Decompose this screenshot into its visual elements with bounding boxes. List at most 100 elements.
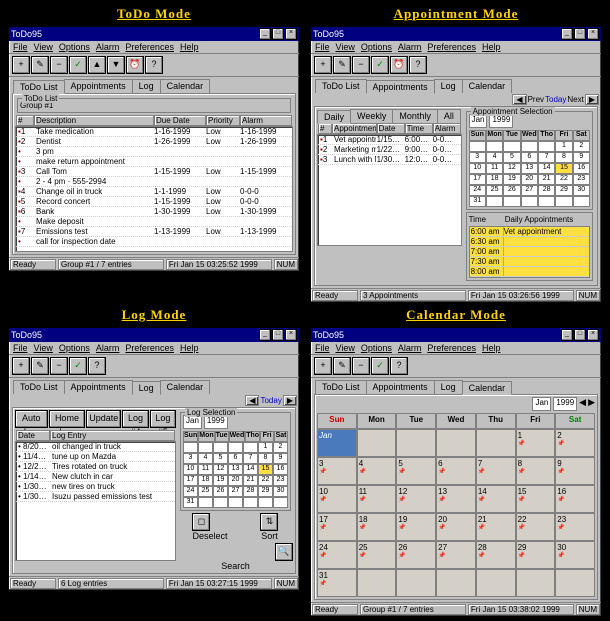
btn-log4[interactable]: Log #4 [122, 410, 148, 428]
tab-todo[interactable]: ToDo List [13, 80, 65, 94]
btn-log5[interactable]: Log #5 [150, 410, 176, 428]
tool-delete[interactable]: − [50, 56, 68, 74]
search-button[interactable]: 🔍 [275, 543, 293, 561]
todo-list[interactable]: ▪1Take medication1-16-1999Low1-16-1999▪2… [15, 126, 293, 252]
list-item[interactable]: ▪1Vet appointment1/15…6:00…0-0… [318, 135, 461, 145]
calendar-day[interactable]: Jan [317, 429, 357, 457]
list-item[interactable]: • Make deposit [16, 217, 292, 227]
calendar-day[interactable] [396, 429, 436, 457]
calendar-day[interactable] [357, 569, 397, 597]
log-list[interactable]: • 8/20…oil changed in truck• 11/4…tune u… [15, 441, 176, 561]
calendar-day[interactable]: 21📌 [476, 513, 516, 541]
calendar-day[interactable]: 30📌 [555, 541, 595, 569]
list-item[interactable]: ▪3Lunch with Mark1/30…12:0…0-0… [318, 155, 461, 165]
maximize-button[interactable]: □ [574, 28, 586, 40]
col-num[interactable]: # [16, 115, 34, 126]
calendar-day[interactable]: 26📌 [396, 541, 436, 569]
menu-alarm[interactable]: Alarm [96, 42, 120, 52]
btn-autolog[interactable]: Auto Log [15, 410, 48, 428]
list-item[interactable]: • call for inspection date [16, 237, 292, 247]
list-item[interactable]: • 2 - 4 pm · 555-2994 [16, 177, 292, 187]
year-select[interactable]: 1999 [489, 114, 513, 128]
menu-options[interactable]: Options [59, 42, 90, 52]
calendar-day[interactable]: 15📌 [516, 485, 556, 513]
calendar-day[interactable] [436, 569, 476, 597]
calendar-day[interactable] [476, 429, 516, 457]
subtab-all[interactable]: All [437, 109, 461, 123]
month-select[interactable]: Jan [469, 114, 488, 128]
list-item[interactable]: ▪3Call Tom1-15-1999Low1-15-1999 [16, 167, 292, 177]
calendar-day[interactable] [436, 429, 476, 457]
list-item[interactable]: • make return appointment [16, 157, 292, 167]
list-item[interactable]: ▪2Dentist1-26-1999Low1-26-1999 [16, 137, 292, 147]
search-input[interactable] [178, 546, 273, 558]
minimize-button[interactable]: _ [259, 28, 271, 40]
col-due[interactable]: Due Date [154, 115, 206, 126]
calendar-day[interactable]: 12📌 [396, 485, 436, 513]
appointment-list[interactable]: ▪1Vet appointment1/15…6:00…0-0…▪2Marketi… [317, 134, 462, 246]
calendar-day[interactable]: 18📌 [357, 513, 397, 541]
tool-help[interactable]: ? [145, 56, 163, 74]
col-desc[interactable]: Description [34, 115, 154, 126]
calendar-day[interactable]: 14📌 [476, 485, 516, 513]
col-alarm[interactable]: Alarm [240, 115, 292, 126]
list-item[interactable]: • 11/4…tune up on Mazda [16, 452, 175, 462]
calendar-day[interactable]: 5📌 [396, 457, 436, 485]
calendar-day[interactable]: 29📌 [516, 541, 556, 569]
list-item[interactable]: ▪5Record concert1-15-1999Low0-0-0 [16, 197, 292, 207]
calendar-day[interactable]: 9📌 [555, 457, 595, 485]
list-item[interactable]: ▪7Emissions test1-13-1999Low1-13-1999 [16, 227, 292, 237]
calendar-day[interactable]: 11📌 [357, 485, 397, 513]
close-button[interactable]: × [587, 28, 599, 40]
time-slots[interactable]: 6:00 amVet appointment6:30 am7:00 am7:30… [469, 226, 590, 278]
list-item[interactable]: • 8/20…oil changed in truck [16, 442, 175, 452]
calendar-day[interactable]: 13📌 [436, 485, 476, 513]
calendar-day[interactable]: 10📌 [317, 485, 357, 513]
menu-file[interactable]: File [13, 42, 28, 52]
month-select[interactable]: Jan [183, 415, 202, 429]
calendar-day[interactable]: 20📌 [436, 513, 476, 541]
calendar-day[interactable]: 27📌 [436, 541, 476, 569]
close-button[interactable]: × [285, 28, 297, 40]
calendar-day[interactable] [555, 569, 595, 597]
deselect-button[interactable]: ◻ [192, 513, 210, 531]
list-item[interactable]: ▪1Take medication1-16-1999Low1-16-1999 [16, 127, 292, 137]
calendar-day[interactable]: 22📌 [516, 513, 556, 541]
year-select[interactable]: 1999 [204, 415, 228, 429]
btn-update[interactable]: Update [86, 410, 121, 428]
subtab-daily[interactable]: Daily [317, 110, 351, 124]
calendar-day[interactable] [357, 429, 397, 457]
tab-calendar[interactable]: Calendar [160, 79, 211, 93]
btn-homelog[interactable]: Home Log [49, 410, 86, 428]
calendar-day[interactable] [396, 569, 436, 597]
list-item[interactable]: • 1/14…New clutch in car [16, 472, 175, 482]
calendar-day[interactable]: 31📌 [317, 569, 357, 597]
menu-view[interactable]: View [34, 42, 53, 52]
calendar-day[interactable]: 17📌 [317, 513, 357, 541]
calendar-day[interactable]: 8📌 [516, 457, 556, 485]
calendar-grid[interactable]: Jan1📌2📌3📌4📌5📌6📌7📌8📌9📌10📌11📌12📌13📌14📌15📌1… [317, 429, 595, 597]
list-item[interactable]: ▪4Change oil in truck1-1-1999Low0-0-0 [16, 187, 292, 197]
calendar-day[interactable]: 24📌 [317, 541, 357, 569]
nav-next[interactable]: ▶ [585, 94, 599, 105]
tool-edit[interactable]: ✎ [31, 56, 49, 74]
tool-alarm[interactable]: ⏰ [126, 56, 144, 74]
col-priority[interactable]: Priority [206, 115, 240, 126]
list-item[interactable]: ▪2Marketing meetin…1/22…9:00…0-0… [318, 145, 461, 155]
year-select[interactable]: 1999 [553, 397, 577, 411]
calendar-day[interactable]: 2📌 [555, 429, 595, 457]
menu-help[interactable]: Help [180, 42, 199, 52]
calendar-day[interactable]: 4📌 [357, 457, 397, 485]
calendar-day[interactable]: 1📌 [516, 429, 556, 457]
calendar-day[interactable]: 23📌 [555, 513, 595, 541]
list-item[interactable]: • 12/2…Tires rotated on truck [16, 462, 175, 472]
minimize-button[interactable]: _ [561, 28, 573, 40]
calendar-day[interactable] [476, 569, 516, 597]
calendar-day[interactable]: 25📌 [357, 541, 397, 569]
menu-preferences[interactable]: Preferences [125, 42, 174, 52]
tab-log[interactable]: Log [132, 79, 161, 93]
maximize-button[interactable]: □ [272, 28, 284, 40]
tab-appointments[interactable]: Appointments [64, 79, 133, 93]
list-item[interactable]: • 1/30…Isuzu passed emissions test [16, 492, 175, 502]
tool-check[interactable]: ✓ [69, 56, 87, 74]
